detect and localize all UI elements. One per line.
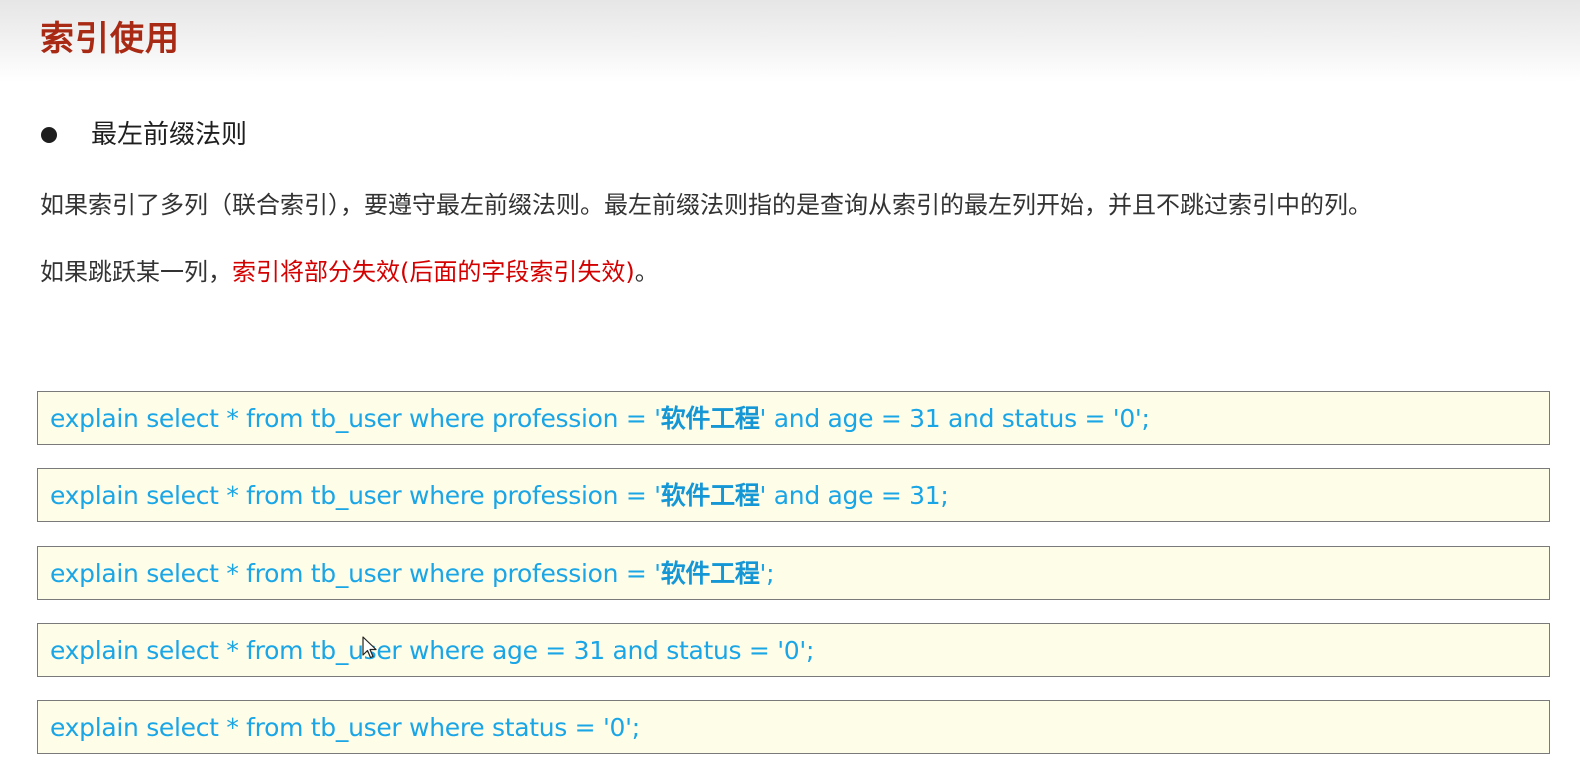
code-text-part: ';: [759, 559, 775, 588]
code-line: explain select * from tb_user where prof…: [50, 400, 1150, 438]
code-line: explain select * from tb_user where age …: [50, 632, 814, 670]
code-literal: 软件工程: [660, 404, 760, 433]
code-text-part: explain select * from tb_user where prof…: [50, 559, 661, 588]
code-block-3: explain select * from tb_user where prof…: [37, 546, 1550, 600]
code-block-1: explain select * from tb_user where prof…: [37, 391, 1550, 445]
code-block-5: explain select * from tb_user where stat…: [37, 700, 1550, 754]
warning-paragraph: 如果跳跃某一列，索引将部分失效(后面的字段索引失效)。: [40, 254, 659, 290]
bullet-dot-icon: [41, 127, 57, 143]
code-line: explain select * from tb_user where stat…: [50, 709, 640, 747]
code-text-part: explain select * from tb_user where prof…: [50, 481, 661, 510]
mouse-pointer-icon: [362, 636, 377, 659]
code-text-part: ' and age = 31 and status = '0';: [759, 404, 1150, 433]
code-literal: 软件工程: [660, 559, 760, 588]
code-line: explain select * from tb_user where prof…: [50, 477, 949, 515]
page-title: 索引使用: [40, 19, 180, 59]
code-text-part: explain select * from tb_user where stat…: [50, 713, 640, 742]
header-band: [0, 0, 1580, 82]
code-block-2: explain select * from tb_user where prof…: [37, 468, 1550, 522]
bullet-heading: 最左前缀法则: [91, 120, 248, 150]
code-text-part: explain select * from tb_user where prof…: [50, 404, 661, 433]
warning-highlight: 索引将部分失效(后面的字段索引失效): [232, 258, 635, 286]
code-text-part: ' and age = 31;: [759, 481, 949, 510]
code-literal: 软件工程: [660, 481, 760, 510]
code-block-4: explain select * from tb_user where age …: [37, 623, 1550, 677]
code-text-part: explain select * from tb_user where age …: [50, 636, 815, 665]
explanation-paragraph: 如果索引了多列（联合索引），要遵守最左前缀法则。最左前缀法则指的是查询从索引的最…: [40, 191, 1372, 219]
warning-suffix: 。: [634, 258, 659, 286]
warning-prefix: 如果跳跃某一列，: [40, 258, 232, 286]
code-line: explain select * from tb_user where prof…: [50, 555, 775, 593]
